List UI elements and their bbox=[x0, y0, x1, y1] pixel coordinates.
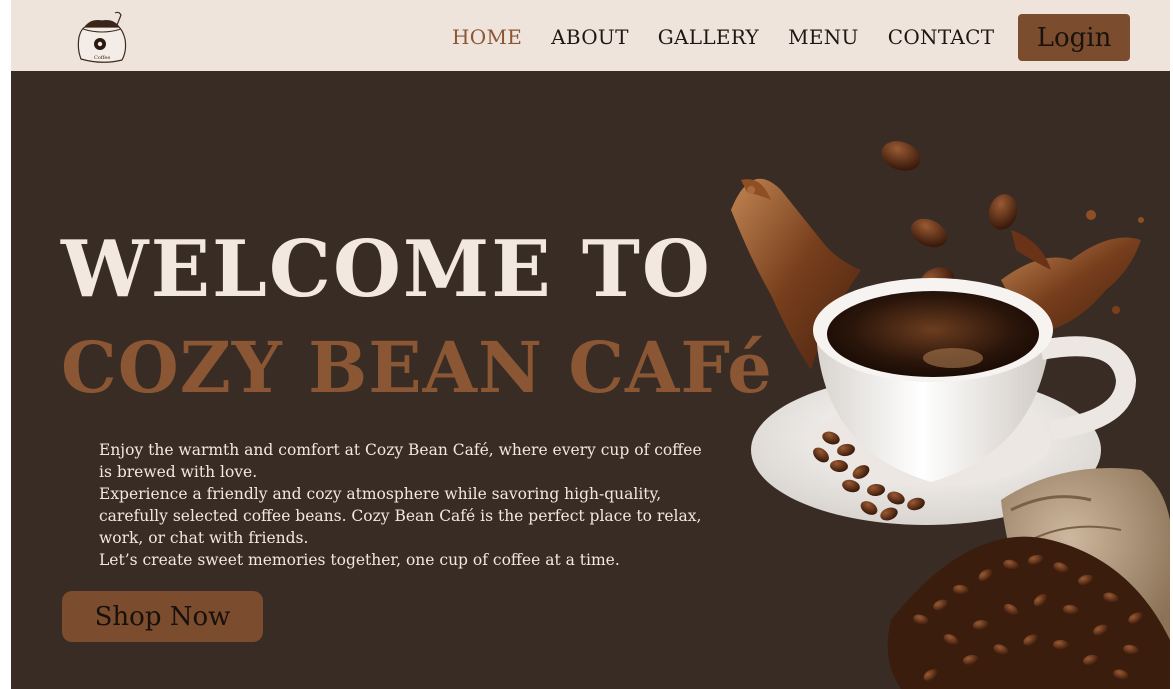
main-nav: HOME ABOUT GALLERY MENU CONTACT bbox=[452, 22, 1023, 52]
hero-paragraph-3: Let’s create sweet memories together, on… bbox=[99, 551, 620, 569]
hero-paragraph-1: Enjoy the warmth and comfort at Cozy Bea… bbox=[99, 441, 702, 481]
nav-link-menu[interactable]: MENU bbox=[788, 22, 859, 52]
login-button[interactable]: Login bbox=[1018, 14, 1130, 61]
nav-link-contact[interactable]: CONTACT bbox=[888, 22, 995, 52]
shop-now-button[interactable]: Shop Now bbox=[62, 591, 263, 642]
hero-title-welcome: WELCOME TO bbox=[61, 224, 712, 315]
coffee-bag-logo-icon[interactable]: Coffee bbox=[75, 9, 129, 65]
navbar: Coffee HOME ABOUT GALLERY MENU CONTACT L… bbox=[11, 0, 1170, 71]
hero-description: Enjoy the warmth and comfort at Cozy Bea… bbox=[99, 439, 707, 571]
page-frame: Coffee HOME ABOUT GALLERY MENU CONTACT L… bbox=[11, 0, 1170, 689]
nav-link-about[interactable]: ABOUT bbox=[551, 22, 629, 52]
nav-link-home[interactable]: HOME bbox=[452, 22, 522, 52]
svg-text:Coffee: Coffee bbox=[94, 55, 110, 61]
coffee-cup-splash-icon bbox=[711, 120, 1170, 689]
hero-title-cafe-name: COZY BEAN CAFé bbox=[61, 326, 773, 409]
hero-paragraph-2: Experience a friendly and cozy atmospher… bbox=[99, 485, 702, 547]
nav-link-gallery[interactable]: GALLERY bbox=[658, 22, 759, 52]
